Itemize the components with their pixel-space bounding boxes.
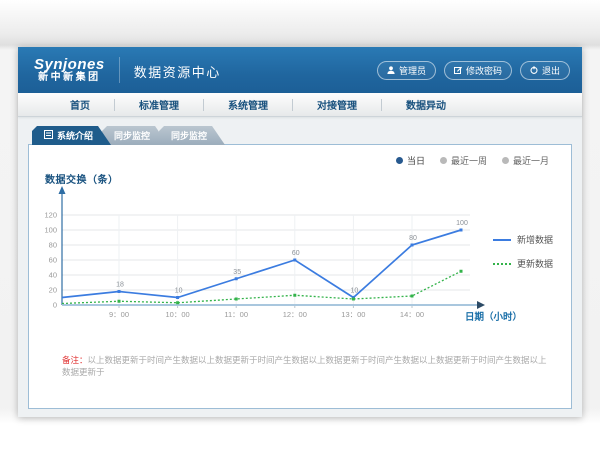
logout-button-label: 退出 bbox=[542, 64, 560, 77]
logo: Synjones 新中新集团 bbox=[34, 57, 105, 84]
svg-text:12：00: 12：00 bbox=[283, 310, 307, 319]
y-axis-title: 数据交换（条） bbox=[45, 171, 119, 186]
radio-option-last-week[interactable]: 最近一周 bbox=[440, 154, 487, 167]
legend-label: 更新数据 bbox=[517, 257, 553, 270]
radio-label: 最近一周 bbox=[451, 154, 487, 167]
svg-text:60: 60 bbox=[292, 250, 300, 257]
footnote-body: 以上数据更新于时间产生数据以上数据更新于时间产生数据以上数据更新于时间产生数据以… bbox=[62, 355, 547, 377]
svg-text:20: 20 bbox=[49, 286, 57, 295]
svg-text:10：00: 10：00 bbox=[166, 310, 190, 319]
svg-text:10: 10 bbox=[175, 288, 183, 295]
series-legend: 新增数据 更新数据 bbox=[493, 233, 553, 281]
svg-text:14：00: 14：00 bbox=[400, 310, 424, 319]
header-actions: 管理员 修改密码 退出 bbox=[377, 61, 570, 80]
user-button-label: 管理员 bbox=[399, 64, 426, 77]
logo-company-text: 新中新集团 bbox=[34, 72, 105, 84]
chart-panel: 当日 最近一周 最近一月 数据交换（条） 0 20 40 60 80 100 120 9：00… bbox=[28, 144, 572, 409]
svg-text:35: 35 bbox=[233, 269, 241, 276]
radio-dot bbox=[502, 157, 509, 164]
svg-text:10: 10 bbox=[351, 288, 359, 295]
svg-text:100: 100 bbox=[44, 226, 57, 235]
legend-item-update-data[interactable]: 更新数据 bbox=[493, 257, 553, 270]
content-area: 系统介绍 同步监控 同步监控 当日 最近一周 bbox=[18, 117, 582, 417]
svg-text:0: 0 bbox=[53, 301, 57, 310]
solid-line-swatch bbox=[493, 239, 511, 241]
tab-system-intro[interactable]: 系统介绍 bbox=[32, 126, 111, 145]
radio-option-today[interactable]: 当日 bbox=[396, 154, 425, 167]
radio-label: 当日 bbox=[407, 154, 425, 167]
radio-dot bbox=[396, 157, 403, 164]
svg-text:120: 120 bbox=[44, 211, 57, 220]
radio-dot bbox=[440, 157, 447, 164]
nav-item-home[interactable]: 首页 bbox=[46, 97, 114, 112]
logo-brand-text: Synjones bbox=[34, 57, 105, 72]
svg-text:80: 80 bbox=[49, 241, 57, 250]
tab-bar: 系统介绍 同步监控 同步监控 bbox=[32, 126, 572, 145]
edit-icon bbox=[454, 66, 462, 74]
radio-label: 最近一月 bbox=[513, 154, 549, 167]
svg-text:80: 80 bbox=[409, 235, 417, 242]
svg-text:100: 100 bbox=[456, 220, 468, 227]
legend-label: 新增数据 bbox=[517, 233, 553, 246]
x-axis-title: 日期（小时） bbox=[465, 309, 522, 323]
time-range-filter: 当日 最近一周 最近一月 bbox=[396, 154, 549, 167]
document-icon bbox=[44, 130, 53, 141]
nav-item-interface-management[interactable]: 对接管理 bbox=[293, 97, 381, 112]
svg-text:11：00: 11：00 bbox=[224, 310, 248, 319]
tab-sync-monitor-1[interactable]: 同步监控 bbox=[102, 126, 168, 145]
header-divider bbox=[119, 57, 120, 83]
change-password-button[interactable]: 修改密码 bbox=[444, 61, 512, 80]
nav-bar: 首页 标准管理 系统管理 对接管理 数据异动 bbox=[18, 93, 582, 117]
svg-text:60: 60 bbox=[49, 256, 57, 265]
nav-item-standard-management[interactable]: 标准管理 bbox=[115, 97, 203, 112]
svg-text:18: 18 bbox=[116, 282, 124, 289]
svg-text:40: 40 bbox=[49, 271, 57, 280]
footnote: 备注：以上数据更新于时间产生数据以上数据更新于时间产生数据以上数据更新于时间产生… bbox=[62, 354, 552, 378]
nav-item-data-change[interactable]: 数据异动 bbox=[382, 97, 470, 112]
tab-label: 系统介绍 bbox=[57, 129, 93, 142]
user-button[interactable]: 管理员 bbox=[377, 61, 436, 80]
radio-option-last-month[interactable]: 最近一月 bbox=[502, 154, 549, 167]
tab-sync-monitor-2[interactable]: 同步监控 bbox=[159, 126, 225, 145]
line-chart: 0 20 40 60 80 100 120 9：00 10：00 11：00 12：00 13：00 1… bbox=[36, 185, 536, 325]
app-window: Synjones 新中新集团 数据资源中心 管理员 修改密码 bbox=[18, 47, 582, 417]
tab-label: 同步监控 bbox=[171, 129, 207, 142]
user-icon bbox=[387, 66, 395, 74]
footnote-prefix: 备注： bbox=[62, 355, 88, 365]
svg-text:9：00: 9：00 bbox=[109, 310, 129, 319]
legend-item-new-data[interactable]: 新增数据 bbox=[493, 233, 553, 246]
dotted-line-swatch bbox=[493, 263, 511, 265]
logout-button[interactable]: 退出 bbox=[520, 61, 570, 80]
nav-item-system-management[interactable]: 系统管理 bbox=[204, 97, 292, 112]
page-title: 数据资源中心 bbox=[134, 60, 221, 81]
header: Synjones 新中新集团 数据资源中心 管理员 修改密码 bbox=[18, 47, 582, 93]
svg-text:13：00: 13：00 bbox=[341, 310, 365, 319]
power-icon bbox=[530, 66, 538, 74]
change-password-button-label: 修改密码 bbox=[466, 64, 502, 77]
tab-label: 同步监控 bbox=[114, 129, 150, 142]
